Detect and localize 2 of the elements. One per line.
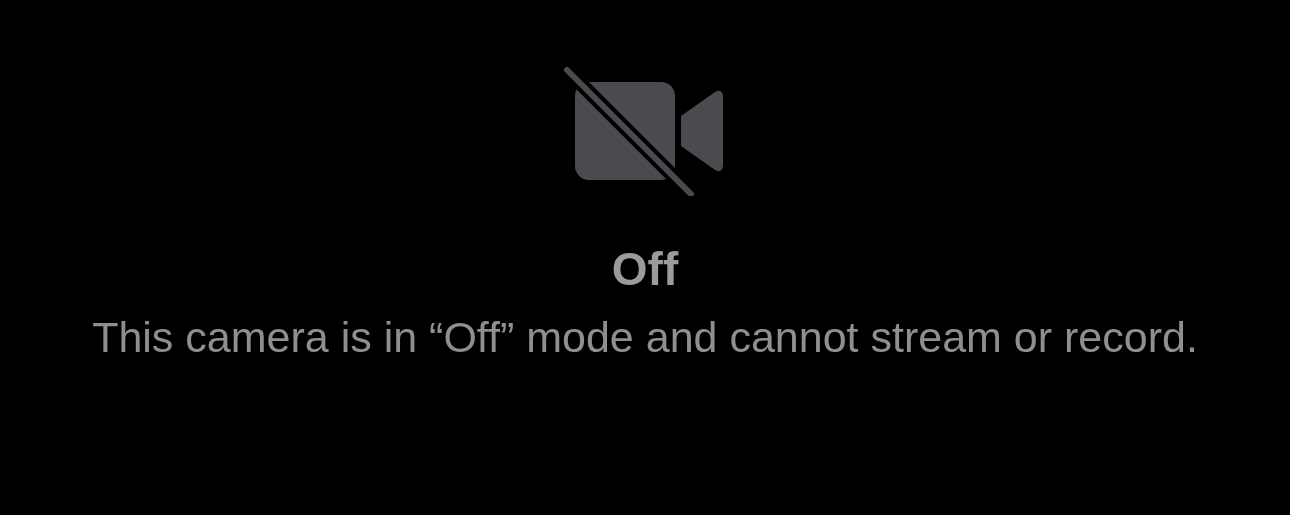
status-title: Off <box>611 242 679 297</box>
status-message: This camera is in “Off” mode and cannot stream or record. <box>92 312 1198 364</box>
